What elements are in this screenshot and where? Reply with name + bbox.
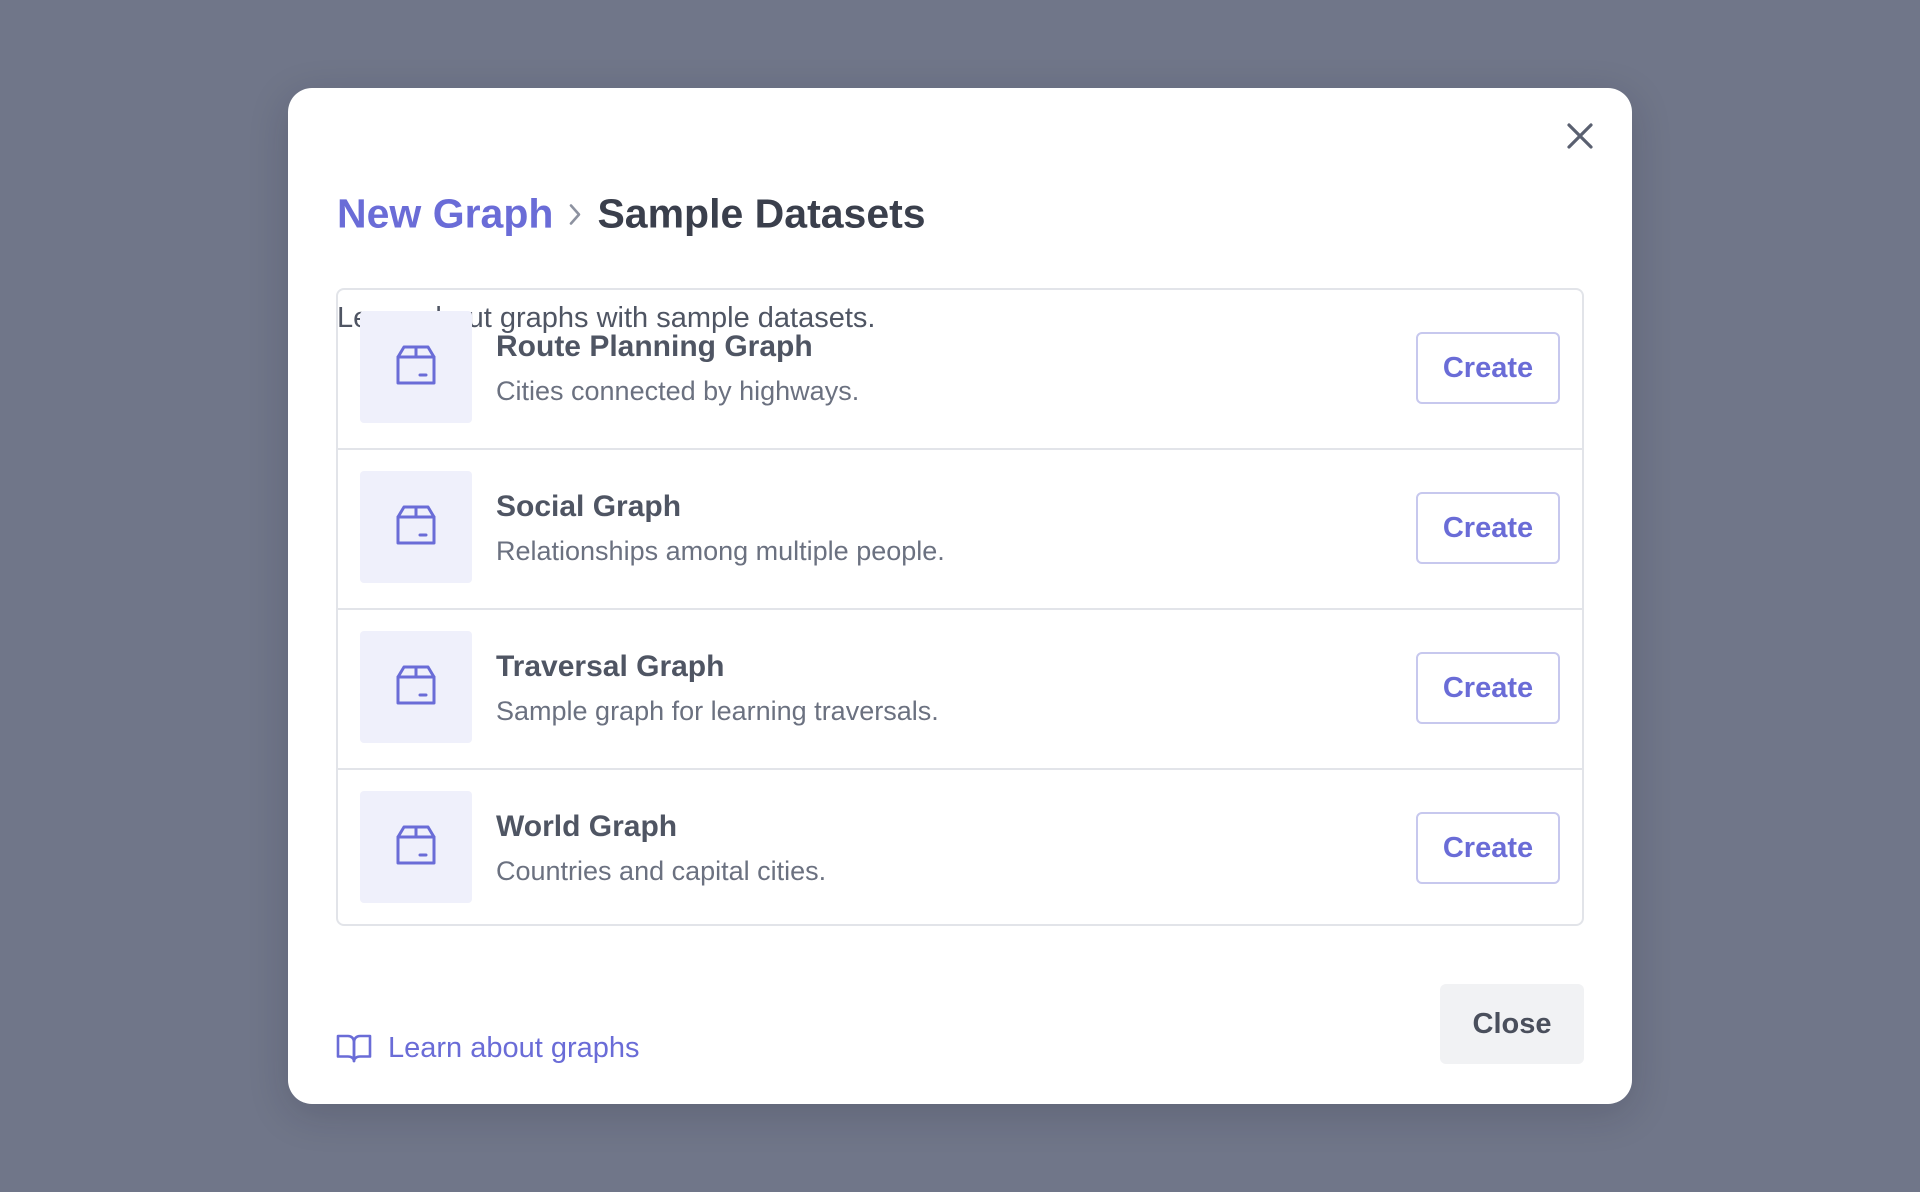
package-icon <box>394 503 438 552</box>
dataset-list: Route Planning Graph Cities connected by… <box>336 288 1584 926</box>
dataset-description: Cities connected by highways. <box>496 376 860 406</box>
package-icon <box>394 823 438 872</box>
learn-about-graphs-link[interactable]: Learn about graphs <box>336 1024 640 1072</box>
dataset-tile <box>360 791 472 903</box>
list-item: Social Graph Relationships among multipl… <box>338 450 1582 610</box>
close-icon[interactable] <box>1556 112 1604 160</box>
breadcrumb: New Graph Sample Datasets <box>337 191 926 238</box>
dataset-description: Countries and capital cities. <box>496 856 827 886</box>
dataset-name: Social Graph <box>496 490 682 523</box>
create-route-planning-button[interactable]: Create <box>1416 332 1560 404</box>
package-icon <box>394 663 438 712</box>
dataset-name: World Graph <box>496 810 678 843</box>
create-social-graph-button[interactable]: Create <box>1416 492 1560 564</box>
list-item: Route Planning Graph Cities connected by… <box>338 290 1582 450</box>
close-button[interactable]: Close <box>1440 984 1584 1064</box>
list-item: Traversal Graph Sample graph for learnin… <box>338 610 1582 770</box>
package-icon <box>394 343 438 392</box>
dataset-tile <box>360 631 472 743</box>
create-world-graph-button[interactable]: Create <box>1416 812 1560 884</box>
breadcrumb-new-graph[interactable]: New Graph <box>337 191 553 238</box>
list-item: World Graph Countries and capital cities… <box>338 770 1582 924</box>
dataset-name: Route Planning Graph <box>496 330 813 363</box>
book-open-icon <box>336 1033 372 1063</box>
dataset-description: Relationships among multiple people. <box>496 536 945 566</box>
sample-datasets-dialog: New Graph Sample Datasets Learn about gr… <box>288 88 1632 1104</box>
create-traversal-graph-button[interactable]: Create <box>1416 652 1560 724</box>
page-title: Sample Datasets <box>597 190 926 237</box>
dataset-tile <box>360 471 472 583</box>
dataset-tile <box>360 311 472 423</box>
learn-about-graphs-label: Learn about graphs <box>388 1031 640 1064</box>
dataset-description: Sample graph for learning traversals. <box>496 696 939 726</box>
dataset-name: Traversal Graph <box>496 650 725 683</box>
chevron-right-icon <box>567 201 583 227</box>
